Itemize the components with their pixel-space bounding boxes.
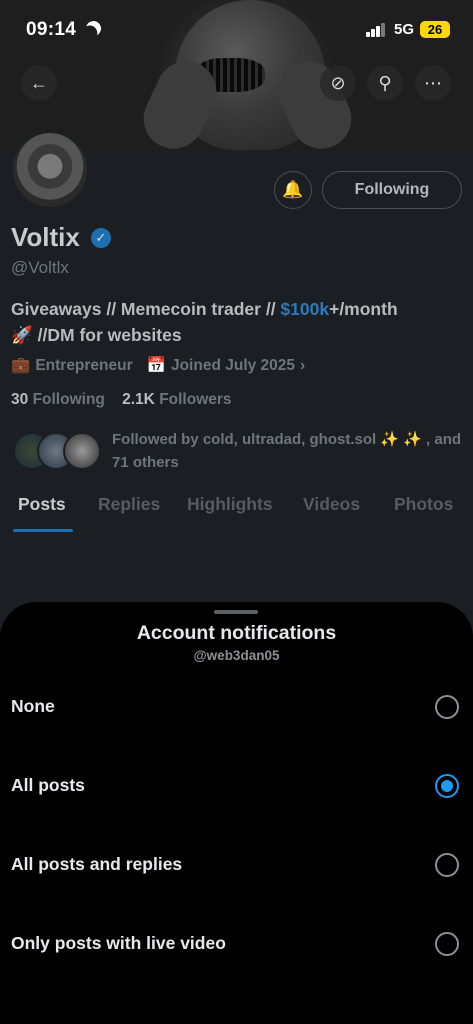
followed-by-avatars[interactable] [13,432,105,472]
option-all-posts[interactable]: All posts [0,756,473,816]
sheet-subtitle: @web3dan05 [193,648,280,663]
radio-none[interactable] [435,695,459,719]
tab-photos[interactable]: Photos [394,494,453,515]
tab-videos[interactable]: Videos [303,494,360,515]
battery-badge: 26 [420,21,450,38]
option-live-video[interactable]: Only posts with live video [0,914,473,974]
option-label: Only posts with live video [11,933,226,953]
more-icon: ⋯ [424,72,442,93]
profile-tabs: Posts Replies Highlights Videos Photos [0,494,473,534]
back-button[interactable]: ← [21,65,57,101]
status-bar: 09:14 5G 26 [0,0,473,56]
notifications-button[interactable]: 🔔 [274,171,312,209]
tab-highlights[interactable]: Highlights [187,494,273,515]
following-count-link[interactable]: 30 Following [11,391,105,408]
follow-counts: 30 Following 2.1K Followers [11,391,232,409]
profile-meta: 💼 Entrepreneur 📅 Joined July 2025 › [11,356,305,375]
radio-live-video[interactable] [435,932,459,956]
sync-icon: ⊘ [330,72,346,93]
tab-posts[interactable]: Posts [18,494,66,515]
joined-label: Joined July 2025 [170,356,296,374]
followers-count-link[interactable]: 2.1K Followers [122,391,231,408]
profile-avatar[interactable] [10,130,90,210]
briefcase-icon: 💼 [11,357,31,374]
chevron-right-icon: › [300,356,306,374]
calendar-icon: 📅 [146,357,166,374]
active-tab-indicator [13,529,73,532]
sheet-title: Account notifications [136,622,337,644]
tab-replies[interactable]: Replies [98,494,160,515]
bio-link[interactable]: $100k [280,299,329,319]
back-arrow-icon: ← [30,72,48,93]
network-label: 5G [394,21,415,38]
category-label: Entrepreneur [35,356,133,374]
option-label: None [11,696,55,716]
verified-icon: ✓ [91,228,111,248]
sheet-grabber[interactable] [214,610,258,614]
radio-all-posts-and-replies[interactable] [435,853,459,877]
option-all-posts-and-replies[interactable]: All posts and replies [0,835,473,895]
account-notifications-sheet: Account notifications @web3dan05 None Al… [0,602,473,1024]
profile-bio: Giveaways // Memecoin trader // $100k+/m… [11,299,398,345]
profile-name: Voltix [11,222,80,252]
option-none[interactable]: None [0,677,473,737]
following-button[interactable]: Following [322,171,462,209]
profile-handle: @Voltlx [11,258,69,277]
option-label: All posts and replies [11,854,183,874]
search-button[interactable]: ⚲ [367,65,403,101]
signal-icon [366,23,386,37]
status-time: 09:14 [26,19,77,40]
search-icon: ⚲ [378,72,392,93]
moon-icon [84,19,103,38]
option-label: All posts [11,775,85,795]
radio-all-posts[interactable] [435,774,459,798]
bell-icon: 🔔 [282,180,304,199]
more-button[interactable]: ⋯ [415,65,451,101]
followed-by-text[interactable]: Followed by cold, ultradad, ghost.sol ✨ … [112,428,462,474]
sync-button[interactable]: ⊘ [320,65,356,101]
